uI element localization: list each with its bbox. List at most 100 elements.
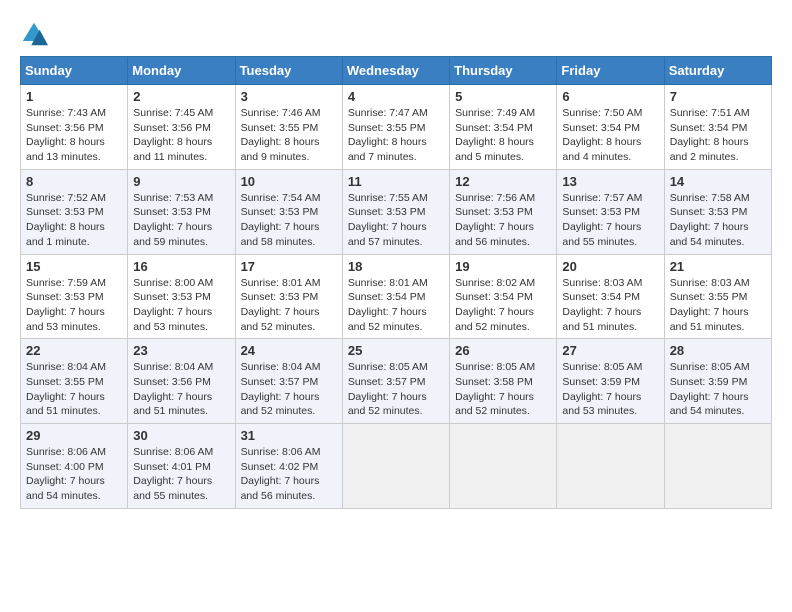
- logo-icon: [20, 20, 48, 48]
- day-info: Sunrise: 7:50 AMSunset: 3:54 PMDaylight:…: [562, 106, 658, 165]
- calendar-cell: 23 Sunrise: 8:04 AMSunset: 3:56 PMDayligh…: [128, 339, 235, 424]
- day-number: 3: [241, 89, 337, 104]
- weekday-header: Monday: [128, 57, 235, 85]
- day-number: 23: [133, 343, 229, 358]
- calendar-cell: 9 Sunrise: 7:53 AMSunset: 3:53 PMDaylight…: [128, 169, 235, 254]
- calendar-cell: [664, 424, 771, 509]
- day-info: Sunrise: 8:06 AMSunset: 4:02 PMDaylight:…: [241, 445, 337, 504]
- day-info: Sunrise: 7:54 AMSunset: 3:53 PMDaylight:…: [241, 191, 337, 250]
- day-info: Sunrise: 7:49 AMSunset: 3:54 PMDaylight:…: [455, 106, 551, 165]
- calendar-cell: 6 Sunrise: 7:50 AMSunset: 3:54 PMDaylight…: [557, 85, 664, 170]
- day-info: Sunrise: 8:01 AMSunset: 3:53 PMDaylight:…: [241, 276, 337, 335]
- day-info: Sunrise: 8:03 AMSunset: 3:55 PMDaylight:…: [670, 276, 766, 335]
- day-info: Sunrise: 7:57 AMSunset: 3:53 PMDaylight:…: [562, 191, 658, 250]
- day-info: Sunrise: 7:59 AMSunset: 3:53 PMDaylight:…: [26, 276, 122, 335]
- day-info: Sunrise: 8:05 AMSunset: 3:59 PMDaylight:…: [670, 360, 766, 419]
- day-info: Sunrise: 7:43 AMSunset: 3:56 PMDaylight:…: [26, 106, 122, 165]
- calendar-cell: 7 Sunrise: 7:51 AMSunset: 3:54 PMDaylight…: [664, 85, 771, 170]
- calendar-cell: 27 Sunrise: 8:05 AMSunset: 3:59 PMDayligh…: [557, 339, 664, 424]
- calendar-cell: 26 Sunrise: 8:05 AMSunset: 3:58 PMDayligh…: [450, 339, 557, 424]
- day-info: Sunrise: 8:05 AMSunset: 3:59 PMDaylight:…: [562, 360, 658, 419]
- day-info: Sunrise: 8:01 AMSunset: 3:54 PMDaylight:…: [348, 276, 444, 335]
- day-number: 13: [562, 174, 658, 189]
- logo: [20, 20, 52, 48]
- calendar-cell: 22Sunrise: 8:04 AMSunset: 3:55 PMDayligh…: [21, 339, 128, 424]
- day-info: Sunrise: 8:02 AMSunset: 3:54 PMDaylight:…: [455, 276, 551, 335]
- calendar-cell: 2 Sunrise: 7:45 AMSunset: 3:56 PMDaylight…: [128, 85, 235, 170]
- calendar-cell: 28Sunrise: 8:05 AMSunset: 3:59 PMDayligh…: [664, 339, 771, 424]
- day-number: 22: [26, 343, 122, 358]
- day-number: 6: [562, 89, 658, 104]
- day-info: Sunrise: 8:06 AMSunset: 4:01 PMDaylight:…: [133, 445, 229, 504]
- calendar-cell: [557, 424, 664, 509]
- day-number: 9: [133, 174, 229, 189]
- day-number: 4: [348, 89, 444, 104]
- day-number: 14: [670, 174, 766, 189]
- day-info: Sunrise: 8:04 AMSunset: 3:57 PMDaylight:…: [241, 360, 337, 419]
- weekday-header: Friday: [557, 57, 664, 85]
- calendar-cell: 12 Sunrise: 7:56 AMSunset: 3:53 PMDayligh…: [450, 169, 557, 254]
- calendar-cell: 5 Sunrise: 7:49 AMSunset: 3:54 PMDaylight…: [450, 85, 557, 170]
- day-number: 2: [133, 89, 229, 104]
- calendar-cell: 24 Sunrise: 8:04 AMSunset: 3:57 PMDayligh…: [235, 339, 342, 424]
- day-number: 7: [670, 89, 766, 104]
- day-number: 29: [26, 428, 122, 443]
- weekday-header: Tuesday: [235, 57, 342, 85]
- day-info: Sunrise: 7:55 AMSunset: 3:53 PMDaylight:…: [348, 191, 444, 250]
- calendar-cell: 25Sunrise: 8:05 AMSunset: 3:57 PMDayligh…: [342, 339, 449, 424]
- day-number: 24: [241, 343, 337, 358]
- calendar-cell: 29 Sunrise: 8:06 AMSunset: 4:00 PMDayligh…: [21, 424, 128, 509]
- day-number: 11: [348, 174, 444, 189]
- calendar-cell: [450, 424, 557, 509]
- calendar-cell: 4 Sunrise: 7:47 AMSunset: 3:55 PMDaylight…: [342, 85, 449, 170]
- day-number: 10: [241, 174, 337, 189]
- day-number: 19: [455, 259, 551, 274]
- calendar-cell: 14 Sunrise: 7:58 AMSunset: 3:53 PMDayligh…: [664, 169, 771, 254]
- day-number: 12: [455, 174, 551, 189]
- day-info: Sunrise: 7:52 AMSunset: 3:53 PMDaylight:…: [26, 191, 122, 250]
- day-info: Sunrise: 7:47 AMSunset: 3:55 PMDaylight:…: [348, 106, 444, 165]
- day-number: 31: [241, 428, 337, 443]
- weekday-header: Wednesday: [342, 57, 449, 85]
- calendar-cell: 13 Sunrise: 7:57 AMSunset: 3:53 PMDayligh…: [557, 169, 664, 254]
- weekday-header: Sunday: [21, 57, 128, 85]
- calendar-cell: 8Sunrise: 7:52 AMSunset: 3:53 PMDaylight…: [21, 169, 128, 254]
- day-number: 20: [562, 259, 658, 274]
- day-info: Sunrise: 7:56 AMSunset: 3:53 PMDaylight:…: [455, 191, 551, 250]
- calendar-week-row: 29 Sunrise: 8:06 AMSunset: 4:00 PMDayligh…: [21, 424, 772, 509]
- day-info: Sunrise: 8:03 AMSunset: 3:54 PMDaylight:…: [562, 276, 658, 335]
- calendar-cell: 20 Sunrise: 8:03 AMSunset: 3:54 PMDayligh…: [557, 254, 664, 339]
- day-info: Sunrise: 7:45 AMSunset: 3:56 PMDaylight:…: [133, 106, 229, 165]
- calendar-week-row: 1 Sunrise: 7:43 AMSunset: 3:56 PMDaylight…: [21, 85, 772, 170]
- day-info: Sunrise: 8:00 AMSunset: 3:53 PMDaylight:…: [133, 276, 229, 335]
- day-number: 1: [26, 89, 122, 104]
- day-number: 26: [455, 343, 551, 358]
- day-info: Sunrise: 7:53 AMSunset: 3:53 PMDaylight:…: [133, 191, 229, 250]
- day-number: 5: [455, 89, 551, 104]
- calendar-week-row: 8Sunrise: 7:52 AMSunset: 3:53 PMDaylight…: [21, 169, 772, 254]
- day-info: Sunrise: 8:05 AMSunset: 3:57 PMDaylight:…: [348, 360, 444, 419]
- weekday-header: Thursday: [450, 57, 557, 85]
- day-number: 27: [562, 343, 658, 358]
- day-number: 21: [670, 259, 766, 274]
- page-header: [20, 20, 772, 48]
- day-number: 16: [133, 259, 229, 274]
- calendar-cell: 18 Sunrise: 8:01 AMSunset: 3:54 PMDayligh…: [342, 254, 449, 339]
- calendar-cell: 10 Sunrise: 7:54 AMSunset: 3:53 PMDayligh…: [235, 169, 342, 254]
- day-info: Sunrise: 8:04 AMSunset: 3:56 PMDaylight:…: [133, 360, 229, 419]
- calendar-week-row: 22Sunrise: 8:04 AMSunset: 3:55 PMDayligh…: [21, 339, 772, 424]
- day-number: 17: [241, 259, 337, 274]
- day-info: Sunrise: 7:58 AMSunset: 3:53 PMDaylight:…: [670, 191, 766, 250]
- calendar-cell: 21 Sunrise: 8:03 AMSunset: 3:55 PMDayligh…: [664, 254, 771, 339]
- day-number: 15: [26, 259, 122, 274]
- calendar-week-row: 15 Sunrise: 7:59 AMSunset: 3:53 PMDayligh…: [21, 254, 772, 339]
- calendar-cell: 17 Sunrise: 8:01 AMSunset: 3:53 PMDayligh…: [235, 254, 342, 339]
- day-info: Sunrise: 8:06 AMSunset: 4:00 PMDaylight:…: [26, 445, 122, 504]
- calendar-cell: 30 Sunrise: 8:06 AMSunset: 4:01 PMDayligh…: [128, 424, 235, 509]
- calendar-cell: 15 Sunrise: 7:59 AMSunset: 3:53 PMDayligh…: [21, 254, 128, 339]
- day-number: 30: [133, 428, 229, 443]
- calendar-cell: 16 Sunrise: 8:00 AMSunset: 3:53 PMDayligh…: [128, 254, 235, 339]
- day-info: Sunrise: 7:51 AMSunset: 3:54 PMDaylight:…: [670, 106, 766, 165]
- day-number: 18: [348, 259, 444, 274]
- day-info: Sunrise: 8:05 AMSunset: 3:58 PMDaylight:…: [455, 360, 551, 419]
